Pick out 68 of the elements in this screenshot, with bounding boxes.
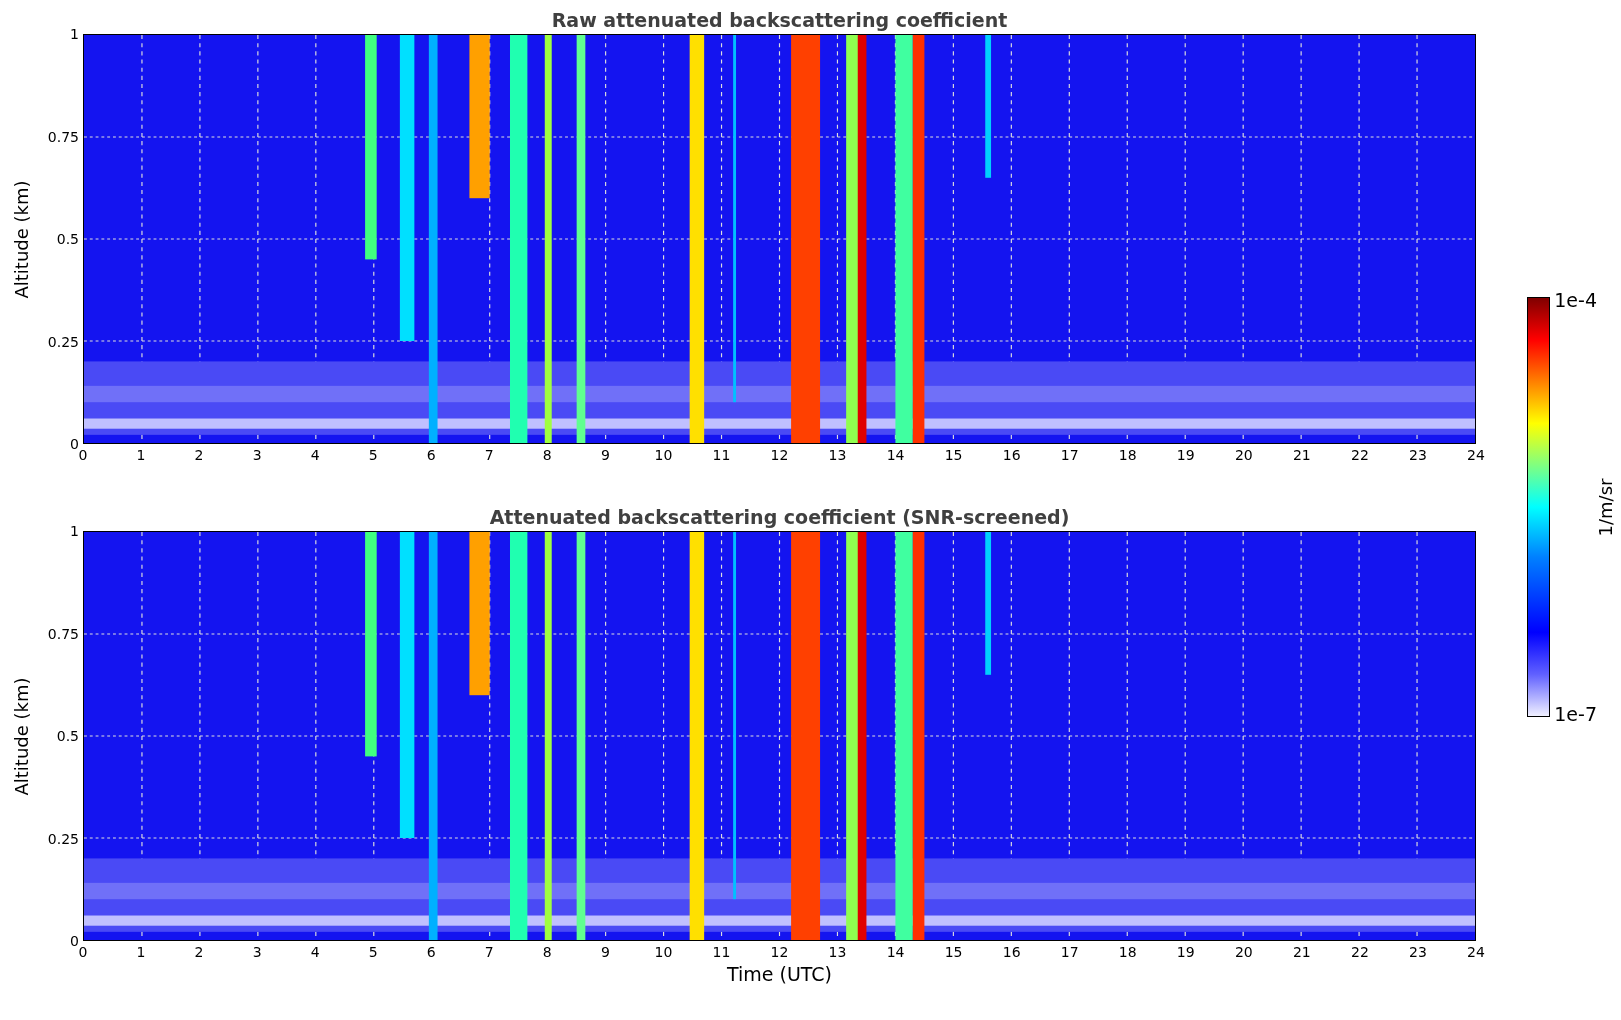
tick-label: 20 xyxy=(1234,944,1253,960)
tick-label: 18 xyxy=(1118,944,1137,960)
tick-label: 10 xyxy=(654,944,673,960)
tick-label: 13 xyxy=(828,447,847,463)
tick-label: 4 xyxy=(310,944,320,960)
tick-label: 2 xyxy=(194,944,204,960)
tick-label: 1 xyxy=(136,447,146,463)
tick-label: 0.75 xyxy=(47,128,79,145)
tick-label: 9 xyxy=(600,944,610,960)
tick-label: 17 xyxy=(1060,447,1079,463)
tick-label: 10 xyxy=(654,447,673,463)
tick-label: 0.75 xyxy=(47,625,79,642)
tick-label: 16 xyxy=(1002,944,1021,960)
tick-label: 1 xyxy=(70,26,79,42)
tick-label: 16 xyxy=(1002,447,1021,463)
tick-label: 22 xyxy=(1351,944,1369,960)
tick-label: 15 xyxy=(944,447,963,463)
tick-label: 11 xyxy=(712,944,731,960)
tick-label: 0 xyxy=(70,436,79,452)
tick-label: 7 xyxy=(484,447,494,463)
plot-title: Attenuated backscattering coefficient (SNR-screened) xyxy=(488,505,1071,530)
tick-label: 2 xyxy=(194,447,204,463)
axis-label: Altitude (km) xyxy=(10,676,32,796)
tick-label: 5 xyxy=(368,447,378,463)
tick-label: 24 xyxy=(1467,447,1485,463)
tick-label: 5 xyxy=(368,944,378,960)
tick-label: 1 xyxy=(136,944,146,960)
tick-label: 24 xyxy=(1467,944,1485,960)
tick-label: 0 xyxy=(70,933,79,949)
tick-label: 0 xyxy=(78,944,88,960)
axis-label: Time (UTC) xyxy=(726,963,833,985)
tick-label: 8 xyxy=(542,447,552,463)
tick-label: 0 xyxy=(78,447,88,463)
tick-label: 20 xyxy=(1234,447,1253,463)
tick-label: 13 xyxy=(828,944,847,960)
tick-label: 4 xyxy=(310,447,320,463)
tick-label: 0.5 xyxy=(56,231,79,247)
axis-label: Altitude (km) xyxy=(10,179,32,299)
tick-label: 1 xyxy=(70,523,79,539)
tick-label: 12 xyxy=(770,447,789,463)
colorbar-tick: 1e-7 xyxy=(1554,703,1597,725)
tick-label: 23 xyxy=(1409,944,1427,960)
tick-label: 7 xyxy=(484,944,494,960)
tick-label: 14 xyxy=(886,447,905,463)
tick-label: 6 xyxy=(426,447,436,463)
tick-label: 0.25 xyxy=(47,333,79,350)
tick-label: 21 xyxy=(1292,944,1311,960)
tick-label: 8 xyxy=(542,944,552,960)
colorbar-label: 1/m/sr xyxy=(1595,478,1617,536)
tick-label: 18 xyxy=(1118,447,1137,463)
tick-label: 17 xyxy=(1060,944,1079,960)
tick-label: 3 xyxy=(252,447,262,463)
tick-label: 9 xyxy=(600,447,610,463)
tick-label: 19 xyxy=(1176,447,1195,463)
plot-title: Raw attenuated backscattering coefficient xyxy=(550,8,1009,33)
tick-label: 12 xyxy=(770,944,789,960)
tick-label: 0.5 xyxy=(56,728,79,744)
colorbar-tick: 1e-4 xyxy=(1554,289,1597,311)
tick-label: 23 xyxy=(1409,447,1427,463)
tick-label: 14 xyxy=(886,944,905,960)
tick-label: 0.25 xyxy=(47,830,79,847)
tick-label: 21 xyxy=(1292,447,1311,463)
tick-label: 6 xyxy=(426,944,436,960)
tick-label: 19 xyxy=(1176,944,1195,960)
tick-label: 15 xyxy=(944,944,963,960)
tick-label: 22 xyxy=(1351,447,1369,463)
tick-label: 11 xyxy=(712,447,731,463)
tick-label: 3 xyxy=(252,944,262,960)
